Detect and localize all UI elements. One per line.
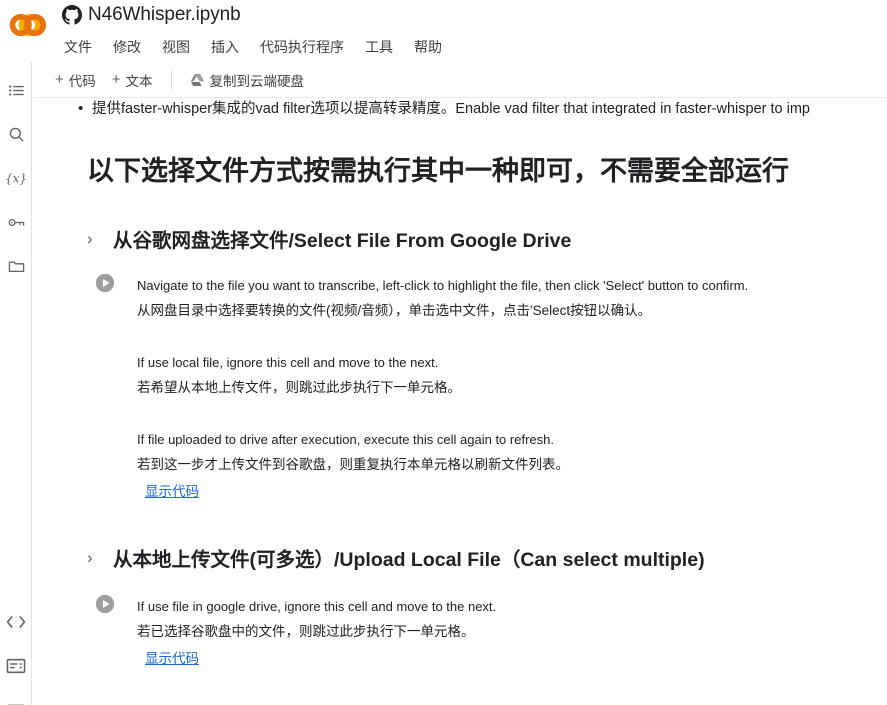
output-paragraph: If use local file, ignore this cell and … — [137, 350, 748, 400]
cell-output-body: If use file in google drive, ignore this… — [119, 590, 496, 668]
menu-item-edit[interactable]: 修改 — [111, 36, 143, 58]
menu-item-insert[interactable]: 插入 — [209, 36, 241, 58]
section-header-upload-local[interactable]: › 从本地上传文件(可多选）/Upload Local File（Can sel… — [33, 543, 887, 572]
variables-icon: {x} — [4, 168, 28, 188]
google-drive-icon — [190, 73, 205, 87]
copy-to-drive-button[interactable]: 复制到云端硬盘 — [182, 67, 313, 93]
run-cell-button[interactable] — [91, 271, 119, 299]
menu-item-view[interactable]: 视图 — [160, 36, 192, 58]
menu-item-runtime[interactable]: 代码执行程序 — [258, 36, 346, 58]
output-paragraph: If use file in google drive, ignore this… — [137, 594, 496, 644]
play-circle-icon — [94, 272, 116, 299]
show-code-link[interactable]: 显示代码 — [145, 647, 199, 667]
document-title-row: N46Whisper.ipynb — [62, 4, 241, 26]
add-text-cell-button[interactable]: + 文本 — [104, 67, 161, 93]
section-title: 从谷歌网盘选择文件/Select File From Google Drive — [113, 230, 572, 252]
main-heading: 以下选择文件方式按需执行其中一种即可，不需要全部运行 — [87, 156, 789, 186]
toolbar-divider — [170, 69, 172, 90]
output-line-zh: 若已选择谷歌盘中的文件，则跳过此步执行下一单元格。 — [137, 624, 475, 639]
section-title: 从本地上传文件(可多选）/Upload Local File（Can selec… — [113, 549, 705, 571]
notebook-scroll-area[interactable]: • 提供faster-whisper集成的vad filter选项以提高转录精度… — [33, 99, 887, 705]
menu-item-help[interactable]: 帮助 — [412, 36, 444, 58]
folder-icon — [6, 257, 27, 276]
sidebar-item-terminal[interactable] — [0, 690, 32, 705]
show-code-link[interactable]: 显示代码 — [145, 480, 199, 500]
notebook-cell-google-drive: Navigate to the file you want to transcr… — [33, 269, 887, 501]
output-line-en: If use file in google drive, ignore this… — [137, 599, 497, 614]
command-palette-icon — [5, 657, 27, 675]
activity-bar: {x} — [0, 62, 32, 705]
add-text-cell-label: 文本 — [125, 73, 153, 89]
colab-logo[interactable] — [8, 10, 50, 40]
sidebar-item-search[interactable] — [0, 114, 32, 154]
copy-to-drive-label: 复制到云端硬盘 — [209, 73, 305, 89]
colab-app-window: N46Whisper.ipynb 文件 修改 视图 插入 代码执行程序 工具 帮… — [0, 0, 887, 705]
code-snippets-icon — [5, 613, 27, 631]
plus-icon: + — [111, 71, 121, 88]
menu-item-tools[interactable]: 工具 — [363, 36, 395, 58]
notebook-toolbar: + 代码 + 文本 复制到云端硬盘 — [33, 62, 887, 98]
menu-item-file[interactable]: 文件 — [62, 36, 94, 58]
feature-bullet-item: • 提供faster-whisper集成的vad filter选项以提高转录精度… — [33, 99, 887, 125]
page-title: N46Whisper.ipynb — [88, 4, 241, 25]
table-of-contents-icon — [7, 81, 26, 100]
add-code-cell-button[interactable]: + 代码 — [47, 67, 104, 93]
output-paragraph: Navigate to the file you want to transcr… — [137, 273, 748, 323]
sidebar-item-code-snippets[interactable] — [0, 602, 32, 642]
menu-bar: 文件 修改 视图 插入 代码执行程序 工具 帮助 — [62, 36, 444, 58]
sidebar-item-variables[interactable]: {x} — [0, 158, 32, 198]
bullet-text: 提供faster-whisper集成的vad filter选项以提高转录精度。E… — [92, 101, 810, 117]
sidebar-item-command-palette[interactable] — [0, 646, 32, 686]
svg-text:{x}: {x} — [5, 171, 27, 185]
add-code-cell-label: 代码 — [68, 73, 96, 89]
plus-icon: + — [55, 71, 64, 88]
output-line-en: Navigate to the file you want to transcr… — [137, 278, 749, 293]
sidebar-item-table-of-contents[interactable] — [0, 70, 32, 110]
github-icon — [62, 5, 82, 25]
chevron-right-icon[interactable]: › — [87, 548, 113, 568]
notebook-cell-upload-local: If use file in google drive, ignore this… — [33, 590, 887, 668]
output-line-zh: 若到这一步才上传文件到谷歌盘，则重复执行本单元格以刷新文件列表。 — [137, 457, 569, 472]
bullet-marker: • — [78, 100, 84, 117]
output-line-en: If file uploaded to drive after executio… — [137, 432, 554, 447]
output-line-en: If use local file, ignore this cell and … — [137, 355, 439, 370]
notebook-content: • 提供faster-whisper集成的vad filter选项以提高转录精度… — [33, 99, 887, 668]
app-header: N46Whisper.ipynb 文件 修改 视图 插入 代码执行程序 工具 帮… — [0, 0, 887, 62]
search-icon — [7, 125, 26, 144]
cell-output-body: Navigate to the file you want to transcr… — [119, 269, 748, 501]
output-line-zh: 若希望从本地上传文件，则跳过此步执行下一单元格。 — [137, 380, 461, 395]
section-header-google-drive[interactable]: › 从谷歌网盘选择文件/Select File From Google Driv… — [33, 224, 887, 253]
output-paragraph: If file uploaded to drive after executio… — [137, 427, 748, 477]
chevron-right-icon[interactable]: › — [87, 229, 113, 249]
sidebar-item-secrets[interactable] — [0, 202, 32, 242]
play-circle-icon — [94, 593, 116, 620]
sidebar-item-files[interactable] — [0, 246, 32, 286]
output-line-zh: 从网盘目录中选择要转换的文件(视频/音频），单击选中文件，点击'Select按钮… — [137, 303, 652, 318]
key-icon — [6, 213, 27, 232]
run-cell-button[interactable] — [91, 592, 119, 620]
